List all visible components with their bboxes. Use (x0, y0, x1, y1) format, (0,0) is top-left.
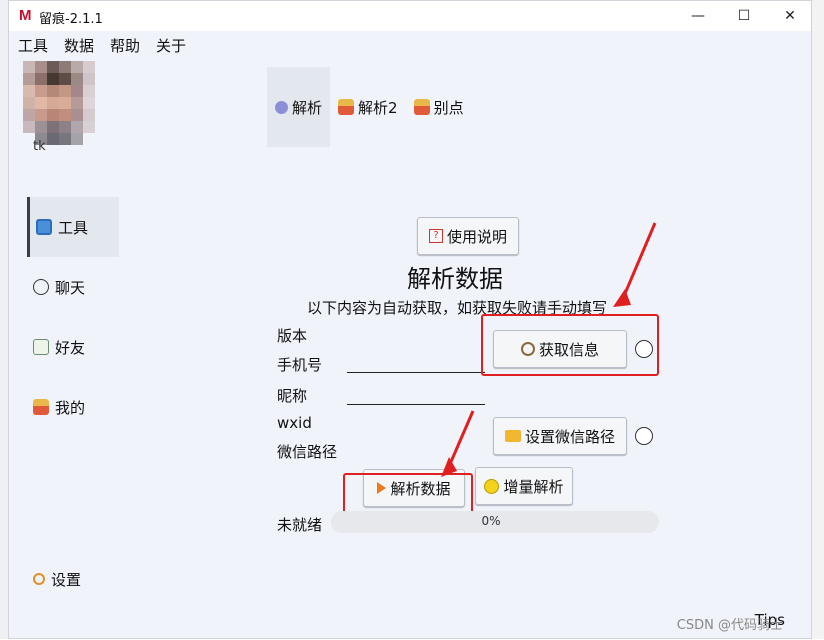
avatar-caption: tk (33, 139, 46, 154)
nickname-label: 昵称 (277, 387, 308, 405)
house-icon (413, 99, 430, 115)
tab-bar: 解析 解析2 别点 (267, 67, 472, 147)
annotation-arrow-head (613, 289, 631, 307)
house-icon (338, 99, 355, 115)
sidebar-item-mine[interactable]: 我的 (27, 377, 119, 437)
background-right-edge (810, 0, 824, 639)
tab-parse2[interactable]: 解析2 (330, 67, 406, 147)
nickname-field[interactable] (347, 385, 485, 405)
tab-label: 别点 (433, 98, 464, 117)
set-wechat-path-button[interactable]: 设置微信路径 (493, 417, 627, 455)
menu-about[interactable]: 关于 (156, 35, 186, 57)
sidebar-item-chat[interactable]: 聊天 (27, 257, 119, 317)
window-title: 留痕-2.1.1 (39, 12, 103, 27)
chat-icon (33, 279, 49, 295)
tools-icon (36, 219, 52, 235)
tab-parse[interactable]: 解析 (267, 67, 331, 147)
menu-data[interactable]: 数据 (64, 35, 94, 57)
contacts-icon (33, 339, 49, 355)
sidebar-item-label: 设置 (51, 570, 82, 589)
maximize-button[interactable]: ☐ (721, 1, 767, 31)
question-icon: ? (428, 229, 443, 243)
tab-dont-click[interactable]: 别点 (406, 67, 472, 147)
incremental-button-label: 增量解析 (503, 477, 564, 496)
settings-icon (33, 573, 45, 585)
tab-label: 解析 (292, 98, 323, 117)
watermark: CSDN @代码骑士 (676, 618, 783, 633)
set-path-radio[interactable] (635, 427, 653, 445)
sidebar-item-label: 我的 (55, 398, 86, 417)
minimize-button[interactable]: — (675, 1, 721, 31)
sidebar: tk 工具 聊天 好友 我的 设置 (9, 57, 139, 637)
page-title: 解析数据 (407, 265, 503, 293)
close-button[interactable]: ✕ (767, 1, 813, 31)
help-button[interactable]: ? 使用说明 (417, 217, 519, 255)
incremental-parse-button[interactable]: 增量解析 (475, 467, 573, 505)
set-path-button-label: 设置微信路径 (524, 427, 615, 446)
wechat-path-label: 微信路径 (277, 443, 338, 461)
annotation-box (481, 314, 659, 376)
version-label: 版本 (277, 327, 308, 345)
annotation-arrow (619, 222, 657, 304)
sidebar-item-tools[interactable]: 工具 (27, 197, 119, 257)
sidebar-item-label: 聊天 (55, 278, 86, 297)
gear-circle-icon (275, 100, 288, 114)
tab-label: 解析2 (358, 98, 398, 117)
menu-tools[interactable]: 工具 (18, 35, 48, 57)
phone-field[interactable] (347, 353, 485, 373)
menu-bar: 工具 数据 帮助 关于 (9, 35, 186, 57)
home-icon (33, 399, 49, 415)
sidebar-item-label: 工具 (58, 218, 89, 237)
progress-bar: 0% (331, 511, 659, 533)
sidebar-item-contacts[interactable]: 好友 (27, 317, 119, 377)
app-window: M 留痕-2.1.1 — ☐ ✕ 工具 数据 帮助 关于 tk 工具 聊天 好友… (8, 0, 812, 639)
app-logo-icon: M (19, 7, 32, 24)
annotation-arrow (445, 410, 475, 472)
menu-help[interactable]: 帮助 (110, 35, 140, 57)
target-icon (484, 478, 500, 494)
folder-icon (504, 430, 521, 442)
sidebar-item-settings[interactable]: 设置 (27, 549, 119, 609)
avatar[interactable]: tk (23, 61, 99, 157)
progress-text: 0% (481, 514, 501, 528)
wxid-label: wxid (277, 414, 312, 432)
sidebar-item-label: 好友 (55, 338, 86, 357)
title-bar: M 留痕-2.1.1 — ☐ ✕ (9, 1, 811, 31)
status-text: 未就绪 (277, 516, 323, 534)
phone-label: 手机号 (277, 356, 323, 374)
help-button-label: 使用说明 (446, 227, 507, 246)
